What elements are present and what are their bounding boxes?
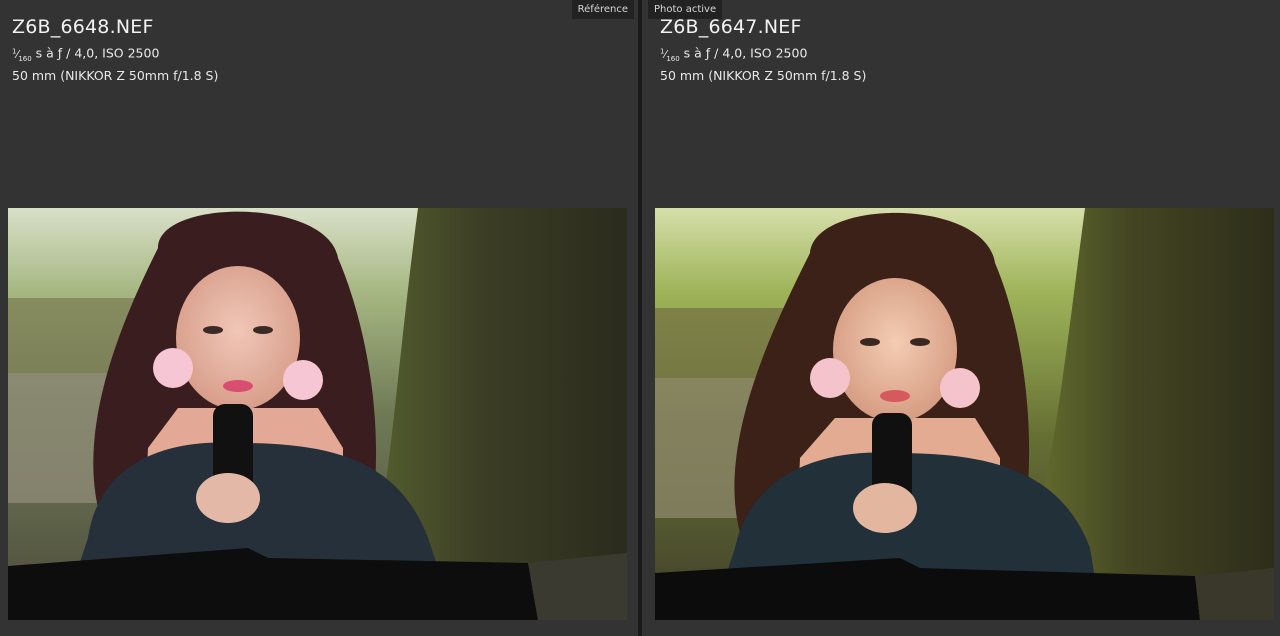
reference-lens: 50 mm (NIKKOR Z 50mm f/1.8 S) [12,67,219,83]
reference-exposure: 1⁄160 s à ƒ / 4,0, ISO 2500 [12,43,218,67]
active-info-overlay: Z6B_6647.NEF 1⁄160 s à ƒ / 4,0, ISO 2500… [660,16,866,84]
active-pane[interactable]: Photo active Z6B_6647.NEF 1⁄160 s à ƒ / … [642,0,1280,636]
active-photo[interactable] [655,208,1274,620]
reference-label: Référence [571,0,634,19]
reference-filename: Z6B_6648.NEF [12,16,154,38]
active-lens: 50 mm (NIKKOR Z 50mm f/1.8 S) [660,67,867,83]
active-exposure-text: s à ƒ / 4,0, ISO 2500 [683,45,808,61]
reference-pane[interactable]: Référence Z6B_6648.NEF 1⁄160 s à ƒ / 4,0… [0,0,638,636]
active-filename: Z6B_6647.NEF [660,16,802,38]
reference-info-overlay: Z6B_6648.NEF 1⁄160 s à ƒ / 4,0, ISO 2500… [12,16,218,84]
active-shutter-fraction: 1⁄160 [660,47,680,63]
reference-photo[interactable] [8,208,627,620]
active-exposure: 1⁄160 s à ƒ / 4,0, ISO 2500 [660,43,866,67]
reference-shutter-fraction: 1⁄160 [12,47,32,63]
reference-exposure-text: s à ƒ / 4,0, ISO 2500 [35,45,160,61]
